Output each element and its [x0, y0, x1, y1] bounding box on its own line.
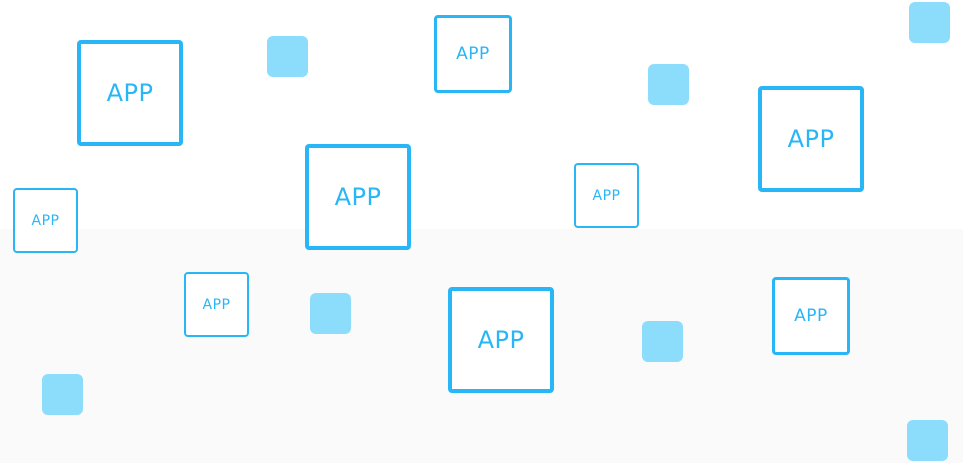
- app-box: APP: [758, 86, 864, 192]
- app-box: APP: [184, 272, 249, 337]
- app-box: APP: [434, 15, 512, 93]
- tile: [42, 374, 83, 415]
- tile: [267, 36, 308, 77]
- app-box: APP: [13, 188, 78, 253]
- app-label: APP: [31, 212, 60, 229]
- app-label: APP: [106, 79, 154, 107]
- app-label: APP: [477, 326, 525, 354]
- app-label: APP: [794, 306, 828, 326]
- app-icon-pattern: APP APP APP APP APP APP APP APP APP: [0, 0, 963, 463]
- tile: [907, 420, 948, 461]
- app-box: APP: [772, 277, 850, 355]
- tile: [642, 321, 683, 362]
- tile: [310, 293, 351, 334]
- tile: [909, 2, 950, 43]
- app-label: APP: [456, 44, 490, 64]
- app-box: APP: [77, 40, 183, 146]
- app-box: APP: [305, 144, 411, 250]
- app-label: APP: [592, 187, 621, 204]
- app-label: APP: [202, 296, 231, 313]
- app-box: APP: [574, 163, 639, 228]
- app-box: APP: [448, 287, 554, 393]
- app-label: APP: [334, 183, 382, 211]
- app-label: APP: [787, 125, 835, 153]
- tile: [648, 64, 689, 105]
